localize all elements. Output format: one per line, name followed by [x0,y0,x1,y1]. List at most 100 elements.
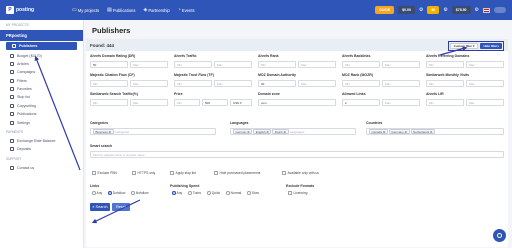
sidebar-item-contact[interactable]: Contact us [0,164,83,172]
languages-select[interactable]: German ⊗ English ⊗ Dutch ⊗ Languages [230,128,356,135]
visits-min-input[interactable]: Min [426,80,464,87]
traffic-min-input[interactable]: Min [174,61,212,68]
radio-circle[interactable] [188,191,192,195]
dr-min-input[interactable]: 50 [90,61,128,68]
radio-circle[interactable] [226,191,230,195]
bonus-pill[interactable]: $0 [427,6,440,14]
language-tag[interactable]: German ⊗ [233,129,253,134]
radio-circle[interactable] [92,191,96,195]
traffic-max-input[interactable]: Max [214,61,252,68]
hide-purchased-checkbox[interactable]: Hide purchased placements [214,171,260,175]
exclude-licensing-checkbox[interactable]: Licensing [288,191,307,195]
rank-min-input[interactable]: Min [258,61,296,68]
country-tag[interactable]: Germany ⊗ [388,129,410,134]
links-nofollow-radio[interactable]: Nofollow [131,191,149,195]
brand-logo[interactable]: P posting [0,0,72,20]
rank-max-input[interactable]: Max [298,61,336,68]
avatar[interactable] [494,7,506,13]
custom-filter-select[interactable]: Custom filter ▾ [449,43,479,49]
nav-events[interactable]: ◔ Events [178,7,195,13]
speed-normal-radio[interactable]: Normal [226,191,241,195]
sidebar-item-budget[interactable]: Budget ($3170) [0,51,83,59]
checkbox-box[interactable] [288,191,292,195]
currency-select[interactable]: USD ▾ [230,99,252,106]
radio-circle[interactable] [172,191,176,195]
links-dofollow-radio[interactable]: Dofollow [108,191,125,195]
checkbox-box[interactable] [282,171,286,175]
sidebar-item-publishers[interactable]: Publishers [6,42,77,51]
nav-my-projects[interactable]: ▭ My projects [72,7,99,13]
sidebar-item-campaigns[interactable]: Campaigns [0,68,83,76]
wallet-pill[interactable]: $78.50 [451,6,471,14]
visits-max-input[interactable]: Max [466,80,504,87]
speed-quick-radio[interactable]: Quick [207,191,220,195]
gear-icon[interactable]: ⚙ [419,7,423,13]
radio-circle[interactable] [247,191,251,195]
country-tag[interactable]: Netherlands ⊗ [410,129,436,134]
chat-widget-button[interactable] [493,229,506,242]
language-tag[interactable]: English ⊗ [253,129,272,134]
language-flag-icon[interactable] [483,7,490,13]
reset-button[interactable]: Reset [112,203,130,211]
links-any-radio[interactable]: Any [92,191,102,195]
guide-button[interactable]: GUIDE [375,6,395,14]
da-min-input[interactable]: 30 [258,80,296,87]
nav-publications[interactable]: ▤ Publications [107,7,135,13]
https-only-checkbox[interactable]: HTTPS only [132,171,155,175]
balance-pill[interactable]: $0.00 [398,6,415,14]
radio-circle[interactable] [207,191,211,195]
domain-zone-input[interactable]: com [258,99,336,106]
backlinks-min-input[interactable]: Min [342,61,380,68]
sidebar-item-deposits[interactable]: Deposits [0,145,83,153]
refdomains-max-input[interactable]: Max [466,61,504,68]
hide-filters-button[interactable]: Hide filters [480,43,502,49]
da-max-input[interactable]: Max [298,80,336,87]
price-max-input[interactable]: 500 [202,99,228,106]
countries-select[interactable]: Canada ⊗ Germany ⊗ Netherlands ⊗ [366,128,504,135]
sidebar-item-copywriting[interactable]: Copywriting [0,102,83,110]
sidebar-item-exchange[interactable]: Exchange Rate Balance [0,137,83,145]
tf-min-input[interactable]: Min [174,80,212,87]
smart-search-input[interactable]: Find by website name or domain name [90,151,504,158]
checkbox-box[interactable] [214,171,218,175]
sidebar-item-publications[interactable]: Publications [0,110,83,118]
speed-turbo-radio[interactable]: Turbo [188,191,201,195]
price-min-input[interactable]: Min [174,99,200,106]
lir-max-input[interactable]: Max [466,99,504,106]
radio-circle[interactable] [131,191,135,195]
sidebar-item-filters[interactable]: Filters [0,77,83,85]
nav-partnership[interactable]: ◈ Partnership [143,7,169,13]
search-traffic-max-input[interactable]: Max [130,99,168,106]
checkbox-box[interactable] [170,171,174,175]
mozr-max-input[interactable]: Max [382,80,420,87]
sidebar-item-favorites[interactable]: Favorites [0,85,83,93]
sidebar-item-stop-list[interactable]: Stop list [0,93,83,101]
apply-stop-list-checkbox[interactable]: Apply stop list [170,171,196,175]
sidebar-item-articles[interactable]: Articles [0,60,83,68]
sidebar-item-settings[interactable]: Settings [0,118,83,126]
categories-select[interactable]: Business ⊗ Categories [90,128,216,135]
language-tag[interactable]: Dutch ⊗ [272,129,289,134]
available-only-checkbox[interactable]: Available only with us [282,171,319,175]
checkbox-box[interactable] [132,171,136,175]
checkbox-box[interactable] [92,171,96,175]
refdomains-min-input[interactable]: Min [426,61,464,68]
mozr-min-input[interactable]: Min [342,80,380,87]
cf-max-input[interactable]: Max [130,80,168,87]
info-icon[interactable]: ⚙ [443,7,447,13]
country-tag[interactable]: Canada ⊗ [369,129,388,134]
search-traffic-min-input[interactable]: Min [90,99,128,106]
gear-icon-2[interactable]: ⚙ [475,7,479,13]
cf-min-input[interactable]: Min [90,80,128,87]
dr-max-input[interactable]: Max [130,61,168,68]
backlinks-max-input[interactable]: Max [382,61,420,68]
category-tag[interactable]: Business ⊗ [93,129,114,134]
lir-min-input[interactable]: Min [426,99,464,106]
speed-slow-radio[interactable]: Slow [247,191,259,195]
links-max-input[interactable]: Max [382,99,420,106]
search-button[interactable]: ⌕ Search [90,203,110,211]
speed-any-radio[interactable]: Any [172,191,182,195]
links-min-input[interactable]: 2 [342,99,380,106]
exclude-pbn-checkbox[interactable]: Exclude PBN [92,171,117,175]
tf-max-input[interactable]: Max [214,80,252,87]
